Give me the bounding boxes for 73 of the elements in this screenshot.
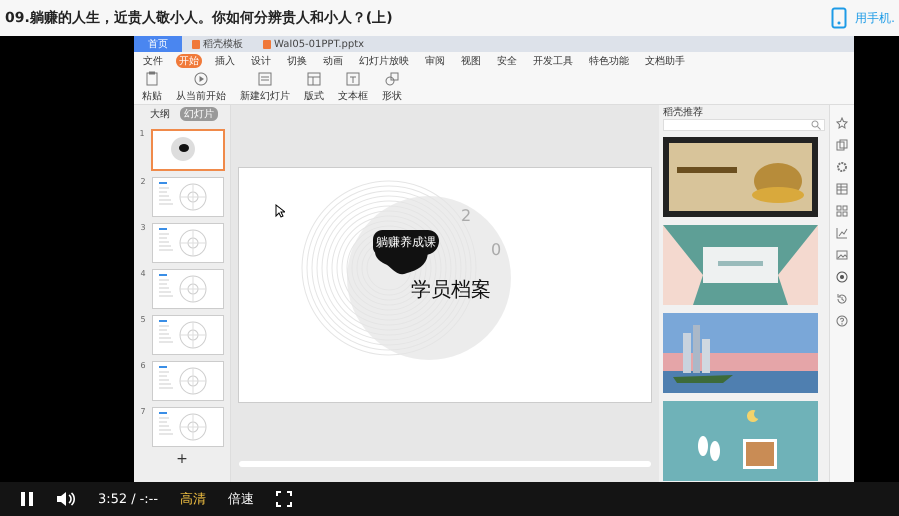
menu-tab[interactable]: 文件: [140, 54, 166, 68]
grid-icon[interactable]: [836, 205, 848, 217]
menu-tab[interactable]: 安全: [494, 54, 520, 68]
text-box-icon[interactable]: [345, 71, 361, 87]
cursor-icon: [275, 204, 285, 218]
slide-icon[interactable]: [257, 71, 273, 87]
fullscreen-icon[interactable]: [276, 491, 292, 507]
search-icon[interactable]: [811, 120, 821, 130]
add-slide-button[interactable]: +: [176, 451, 188, 467]
slide-thumbnail[interactable]: [152, 315, 224, 355]
clipboard-icon[interactable]: [144, 71, 160, 87]
history-icon[interactable]: [836, 293, 848, 305]
search-field[interactable]: [663, 119, 825, 131]
slide-thumbnail[interactable]: [152, 223, 224, 263]
panel-tab[interactable]: 大纲: [146, 107, 174, 121]
play-icon[interactable]: [193, 71, 209, 87]
slide-number: 4: [140, 269, 147, 278]
menu-tab[interactable]: 切换: [284, 54, 310, 68]
slide-number: 6: [140, 361, 147, 370]
slide-thumbnail[interactable]: [152, 269, 224, 309]
shapes-icon[interactable]: [384, 71, 400, 87]
current-time: 3:52: [98, 492, 128, 506]
slide-title: 学员档案: [411, 276, 491, 303]
slide-digit: 0: [491, 240, 502, 259]
document-icon: [192, 40, 200, 48]
menu-tab[interactable]: 插入: [212, 54, 238, 68]
video-title: 09.躺赚的人生，近贵人敬小人。你如何分辨贵人和小人？(上): [5, 9, 394, 27]
slide-thumbnail[interactable]: [150, 129, 224, 171]
app-tab[interactable]: 稻壳模板: [182, 36, 253, 52]
scroll-bar[interactable]: [239, 461, 651, 467]
slide-thumbnail[interactable]: [152, 177, 224, 217]
slide-number: 3: [140, 223, 147, 232]
slide-subtitle: 躺赚养成课: [373, 230, 439, 255]
time-separator: /: [131, 492, 136, 506]
app-tab[interactable]: 首页: [134, 36, 182, 52]
slide-number: 7: [140, 407, 147, 416]
toolbar-button[interactable]: 粘贴: [142, 89, 162, 103]
toolbar-button[interactable]: 新建幻灯片: [240, 89, 290, 103]
help-icon[interactable]: [836, 315, 848, 327]
toolbar-button[interactable]: 从当前开始: [176, 89, 226, 103]
slide-thumbnail[interactable]: [152, 407, 224, 447]
menu-tab[interactable]: 特色功能: [586, 54, 632, 68]
volume-icon[interactable]: [56, 491, 76, 507]
star-icon[interactable]: [836, 117, 848, 129]
document-icon: [263, 40, 271, 48]
menu-tab[interactable]: 设计: [248, 54, 274, 68]
toolbar-button[interactable]: 版式: [304, 89, 324, 103]
menu-tab[interactable]: 审阅: [422, 54, 448, 68]
panel-title: 稻壳推荐: [663, 106, 704, 119]
app-tab[interactable]: WaI05-01PPT.pptx: [253, 36, 374, 52]
table-icon[interactable]: [836, 183, 848, 195]
menu-tab[interactable]: 动画: [320, 54, 346, 68]
phone-icon[interactable]: [831, 7, 848, 29]
copy-icon[interactable]: [836, 139, 848, 151]
target-icon[interactable]: [836, 271, 848, 283]
menu-tab[interactable]: 开发工具: [530, 54, 576, 68]
quality-button[interactable]: 高清: [180, 490, 206, 508]
slide-thumbnail[interactable]: [152, 361, 224, 401]
slide-number: 2: [140, 177, 147, 186]
menu-tab[interactable]: 视图: [458, 54, 484, 68]
slide-digit: 2: [461, 206, 472, 225]
speed-button[interactable]: 倍速: [228, 490, 254, 508]
image-icon[interactable]: [836, 249, 848, 261]
slide-number: 5: [140, 315, 147, 324]
toolbar-button[interactable]: 文本框: [338, 89, 368, 103]
toolbar-button[interactable]: 形状: [382, 89, 402, 103]
duration: -:--: [140, 492, 158, 506]
chart-icon[interactable]: [836, 227, 848, 239]
menu-tab[interactable]: 幻灯片放映: [356, 54, 412, 68]
slide-number: 1: [140, 129, 146, 138]
pause-icon[interactable]: [20, 491, 34, 507]
menu-tab[interactable]: 文档助手: [642, 54, 688, 68]
layout-icon[interactable]: [306, 71, 322, 87]
